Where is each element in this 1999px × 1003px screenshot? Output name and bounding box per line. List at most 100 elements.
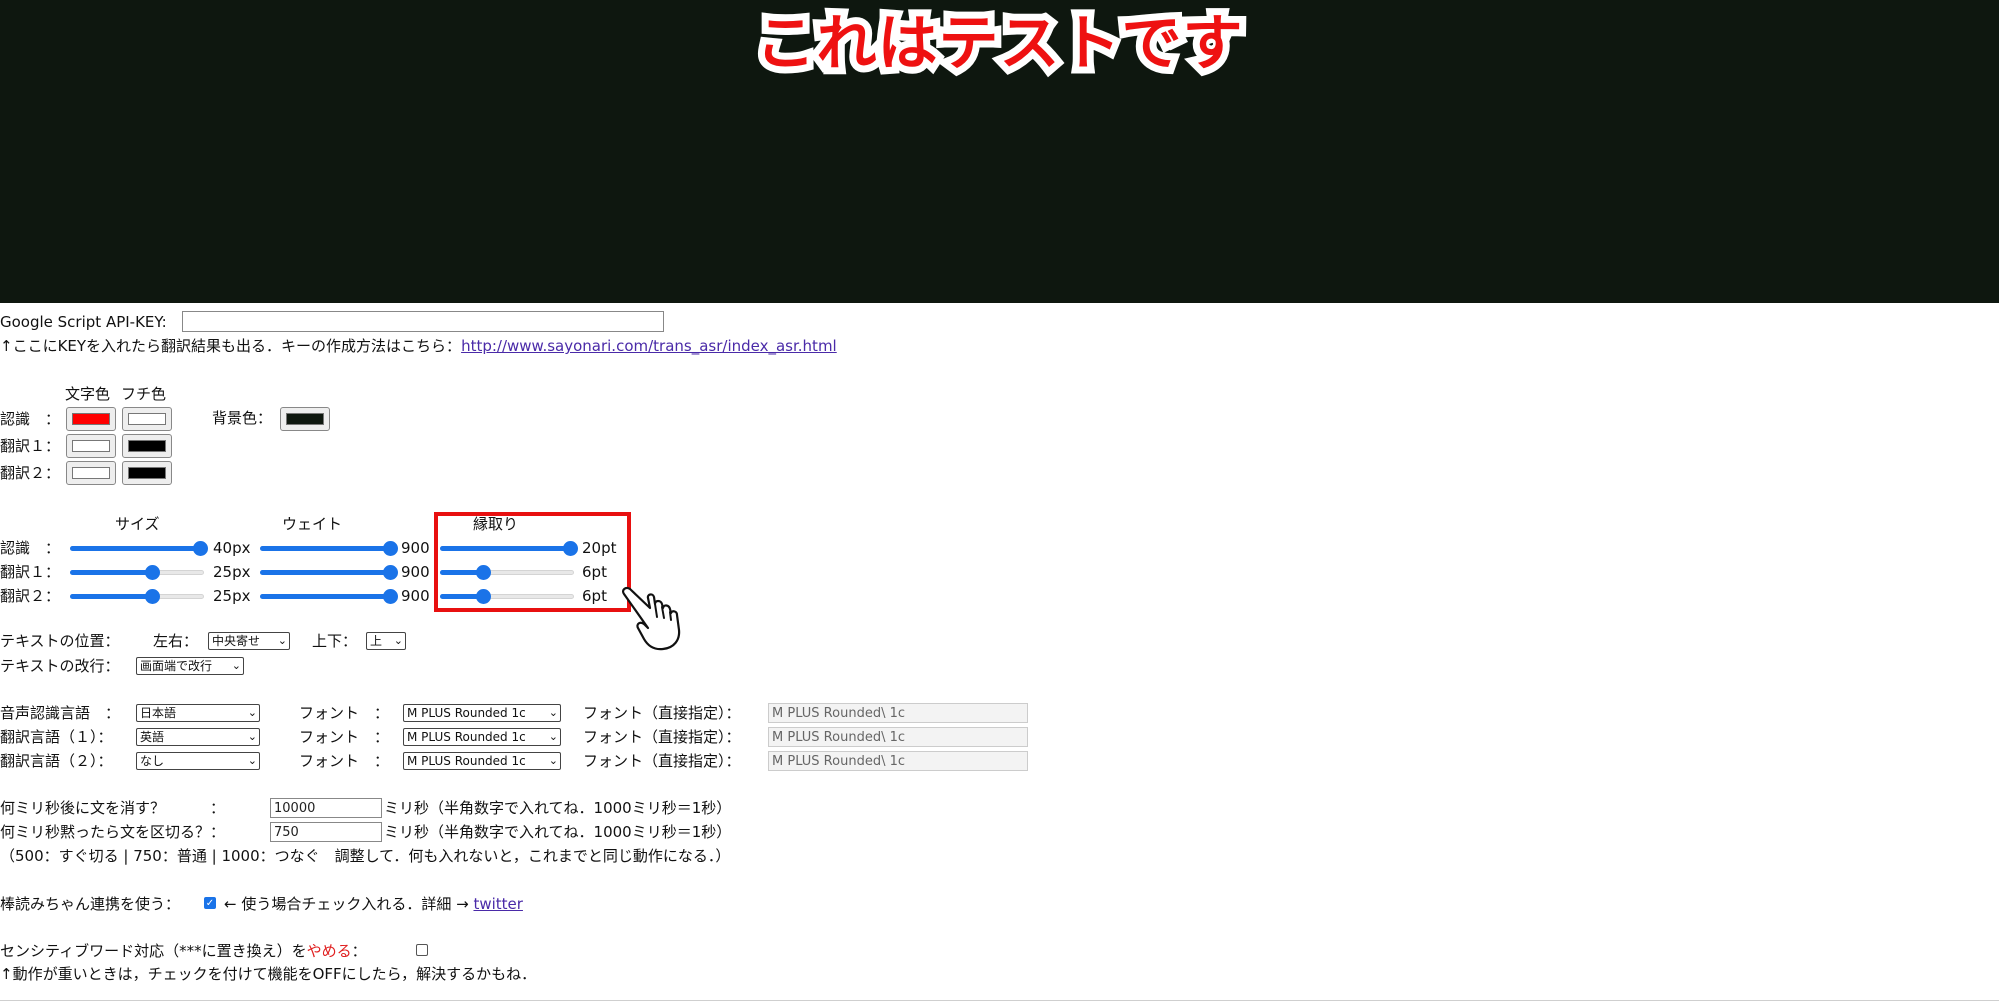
- translation2-language-label: 翻訳言語（２）：: [0, 752, 113, 770]
- translation1-language-label: 翻訳言語（１）：: [0, 728, 113, 746]
- sensitive-word-label: センシティブワード対応（***に置き換え）をやめる：: [0, 944, 367, 959]
- translation2-language-select[interactable]: なし ⌄: [136, 752, 260, 770]
- sensitive-word-label-colon: ：: [351, 942, 367, 960]
- slider-row-label-translation-2: 翻訳２：: [0, 587, 61, 605]
- vertical-align-select[interactable]: 上 ⌄: [366, 632, 406, 650]
- slider-row-label-recognition: 認識 ：: [0, 539, 61, 557]
- erase-delay-unit: ミリ秒（半角数字で入れてね．1000ミリ秒＝1秒）: [384, 799, 732, 817]
- api-key-input[interactable]: [182, 311, 664, 332]
- translation2-font-direct-label: フォント（直接指定）：: [583, 752, 741, 770]
- translation2-font-select[interactable]: M PLUS Rounded 1c ⌄: [403, 752, 561, 770]
- translation1-font-direct-input[interactable]: [768, 727, 1028, 747]
- erase-delay-input[interactable]: [270, 798, 382, 818]
- recognition-language-select[interactable]: 日本語 ⌄: [136, 704, 260, 722]
- translation2-weight-slider[interactable]: [260, 588, 398, 604]
- bouyomi-note-text: ← 使う場合チェック入れる．詳細 →: [224, 895, 469, 913]
- slider-fill: [260, 594, 390, 599]
- translation2-outline-color-picker[interactable]: [122, 461, 172, 485]
- bottom-divider: [0, 1000, 1999, 1001]
- horizontal-align-select[interactable]: 中央寄せ ⌄: [208, 632, 290, 650]
- chevron-down-icon: ⌄: [548, 754, 558, 767]
- color-swatch-fill: [72, 413, 110, 425]
- chevron-down-icon: ⌄: [548, 706, 558, 719]
- split-delay-note: （500：すぐ切る | 750：普通 | 1000：つなぐ 調整して．何も入れな…: [0, 847, 731, 865]
- preview-subtitle-text: これはテストです: [749, 2, 1250, 86]
- weight-header: ウェイト: [282, 515, 343, 533]
- slider-fill: [70, 570, 153, 575]
- recognition-outline-color-picker[interactable]: [122, 407, 172, 431]
- size-header: サイズ: [115, 515, 160, 533]
- slider-fill: [260, 546, 390, 551]
- split-delay-input[interactable]: [270, 822, 382, 842]
- select-value: M PLUS Rounded 1c: [407, 706, 526, 720]
- color-swatch-fill: [128, 440, 166, 452]
- slider-fill: [70, 594, 153, 599]
- text-position-label: テキストの位置：: [0, 632, 120, 650]
- twitter-link[interactable]: twitter: [473, 895, 522, 913]
- translation1-language-select[interactable]: 英語 ⌄: [136, 728, 260, 746]
- select-value: 英語: [140, 730, 165, 744]
- recognition-font-direct-input[interactable]: [768, 703, 1028, 723]
- outline-highlight-box: [434, 512, 631, 612]
- translation1-font-select[interactable]: M PLUS Rounded 1c ⌄: [403, 728, 561, 746]
- color-row-label-recognition: 認識 ：: [0, 410, 61, 428]
- select-value: M PLUS Rounded 1c: [407, 730, 526, 744]
- translation1-weight-slider[interactable]: [260, 564, 398, 580]
- select-value: 上: [370, 634, 383, 648]
- subtitle-preview-area: これはテストです: [0, 0, 1999, 303]
- check-icon: ✓: [205, 898, 215, 909]
- recognition-font-direct-label: フォント（直接指定）：: [583, 704, 741, 722]
- translation1-outline-color-picker[interactable]: [122, 434, 172, 458]
- sensitive-word-checkbox[interactable]: [416, 944, 428, 956]
- recognition-size-slider[interactable]: [70, 540, 208, 556]
- erase-delay-label: 何ミリ秒後に文を消す？ ：: [0, 799, 226, 817]
- chevron-down-icon: ⌄: [231, 659, 241, 672]
- bouyomi-checkbox[interactable]: ✓: [204, 897, 216, 909]
- text-wrap-label: テキストの改行：: [0, 657, 120, 675]
- recognition-weight-slider[interactable]: [260, 540, 398, 556]
- color-swatch-fill: [72, 440, 110, 452]
- api-key-hint: ↑ここにKEYを入れたら翻訳結果も出る．キーの作成方法はこちら：http://w…: [0, 339, 837, 354]
- slider-thumb[interactable]: [383, 589, 398, 604]
- chevron-down-icon: ⌄: [247, 754, 257, 767]
- chevron-down-icon: ⌄: [247, 730, 257, 743]
- background-color-label: 背景色：: [212, 409, 273, 427]
- chevron-down-icon: ⌄: [548, 730, 558, 743]
- select-value: 日本語: [140, 706, 177, 720]
- recognition-font-select[interactable]: M PLUS Rounded 1c ⌄: [403, 704, 561, 722]
- translation2-size-slider[interactable]: [70, 588, 204, 604]
- slider-row-label-translation-1: 翻訳１：: [0, 563, 61, 581]
- slider-thumb[interactable]: [383, 541, 398, 556]
- color-swatch-fill: [128, 413, 166, 425]
- translation1-font-label: フォント ：: [299, 728, 390, 746]
- sensitive-word-note: ↑動作が重いときは，チェックを付けて機能をOFFにしたら，解決するかもね．: [0, 965, 537, 983]
- translation2-text-color-picker[interactable]: [66, 461, 116, 485]
- translation2-font-label: フォント ：: [299, 752, 390, 770]
- text-wrap-select[interactable]: 画面端で改行 ⌄: [136, 657, 244, 675]
- bouyomi-label: 棒読みちゃん連携を使う：: [0, 895, 181, 913]
- translation2-font-direct-input[interactable]: [768, 751, 1028, 771]
- api-key-label: Google Script API-KEY:: [0, 313, 167, 331]
- translation1-size-value: 25px: [213, 563, 251, 581]
- translation1-size-slider[interactable]: [70, 564, 204, 580]
- slider-fill: [260, 570, 390, 575]
- api-key-guide-link[interactable]: http://www.sayonari.com/trans_asr/index_…: [461, 337, 837, 355]
- slider-thumb[interactable]: [193, 541, 208, 556]
- recognition-text-color-picker[interactable]: [66, 407, 116, 431]
- bouyomi-note: ← 使う場合チェック入れる．詳細 → twitter: [224, 897, 523, 912]
- api-key-hint-text: ↑ここにKEYを入れたら翻訳結果も出る．キーの作成方法はこちら：: [0, 337, 462, 355]
- slider-thumb[interactable]: [145, 565, 161, 580]
- split-delay-unit: ミリ秒（半角数字で入れてね．1000ミリ秒＝1秒）: [384, 823, 732, 841]
- vertical-align-label: 上下：: [312, 632, 358, 650]
- color-swatch-fill: [128, 467, 166, 479]
- horizontal-align-label: 左右：: [153, 632, 199, 650]
- color-row-label-translation-1: 翻訳１：: [0, 437, 61, 455]
- text-color-header: 文字色: [65, 385, 111, 403]
- slider-thumb[interactable]: [383, 565, 398, 580]
- background-color-picker[interactable]: [280, 407, 330, 431]
- chevron-down-icon: ⌄: [277, 634, 287, 647]
- color-row-label-translation-2: 翻訳２：: [0, 464, 61, 482]
- translation1-text-color-picker[interactable]: [66, 434, 116, 458]
- slider-thumb[interactable]: [145, 589, 161, 604]
- split-delay-label: 何ミリ秒黙ったら文を区切る？：: [0, 823, 226, 841]
